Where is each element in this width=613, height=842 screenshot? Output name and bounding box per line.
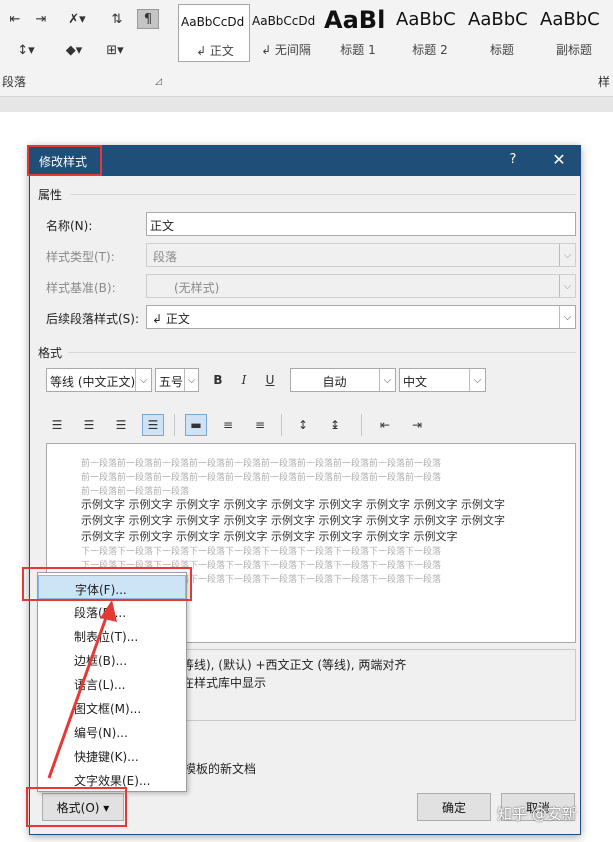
watermark: 知乎 @安新 [497,805,577,823]
annotation-arrow [47,600,117,779]
